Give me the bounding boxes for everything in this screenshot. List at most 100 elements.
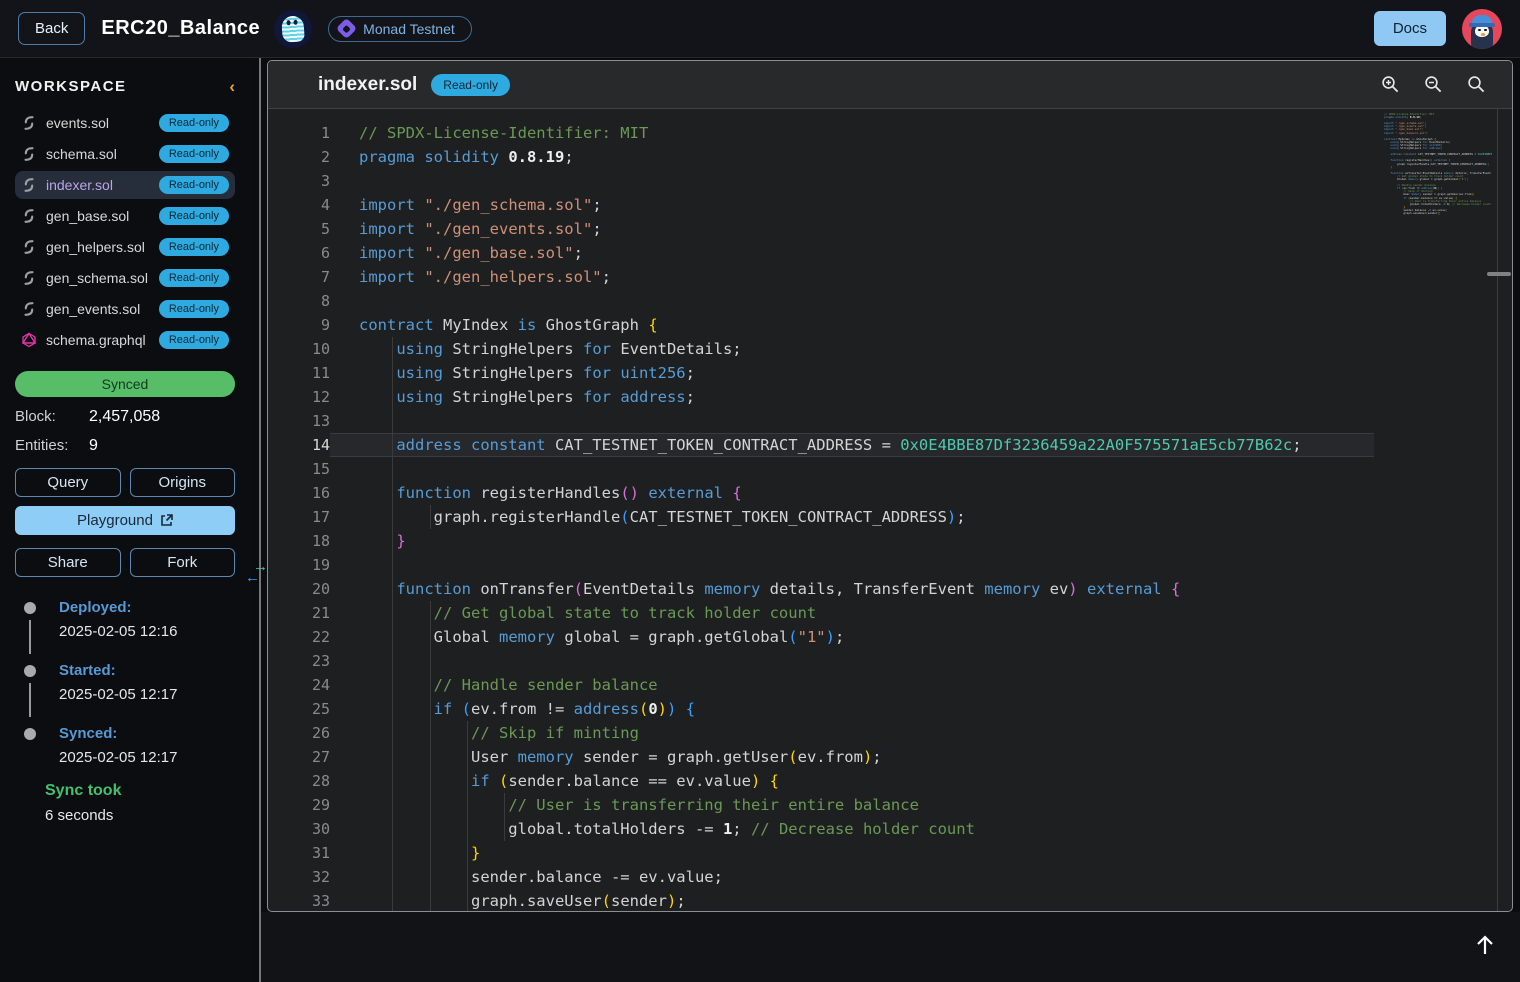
file-item-name: gen_helpers.sol [46, 239, 145, 255]
file-item[interactable]: gen_events.sol Read-only [15, 295, 235, 323]
code-line: 3 [268, 169, 1512, 193]
block-value: 2,457,058 [89, 408, 160, 426]
code-line: 33 graph.saveUser(sender); [268, 889, 1512, 912]
page-title: ERC20_Balance [101, 17, 260, 40]
resize-handle[interactable]: → ← [244, 558, 278, 588]
code-line: 18 } [268, 529, 1512, 553]
collapse-sidebar-icon[interactable]: ‹ [229, 78, 235, 95]
code-line: 7import "./gen_helpers.sol"; [268, 265, 1512, 289]
code-line: 6import "./gen_base.sol"; [268, 241, 1512, 265]
solidity-icon [21, 208, 37, 224]
code-line: 28 if (sender.balance == ev.value) { [268, 769, 1512, 793]
code-line: 17 graph.registerHandle(CAT_TESTNET_TOKE… [268, 505, 1512, 529]
file-item[interactable]: gen_schema.sol Read-only [15, 264, 235, 292]
user-avatar[interactable] [1462, 9, 1502, 49]
minimap[interactable]: // SPDX-License-Identifier: MITpragma so… [1384, 113, 1492, 215]
arrow-up-icon [1472, 932, 1498, 958]
timeline-item: Deployed: 2025-02-05 12:16 [15, 599, 235, 662]
code-line: 31 } [268, 841, 1512, 865]
readonly-badge: Read-only [159, 145, 229, 163]
timeline-item: Synced:2025-02-05 12:17 [15, 725, 235, 772]
file-list: events.solRead-only schema.solRead-only in… [15, 109, 235, 354]
graphql-icon [21, 332, 37, 348]
code-line: 10 using StringHelpers for EventDetails; [268, 337, 1512, 361]
file-item-name: gen_schema.sol [46, 270, 148, 286]
code-line: 16 function registerHandles() external { [268, 481, 1512, 505]
file-item[interactable]: indexer.solRead-only [15, 171, 235, 199]
code-line: 27 User memory sender = graph.getUser(ev… [268, 745, 1512, 769]
timeline: Deployed:2025-02-05 12:16Started:2025-02… [15, 599, 235, 772]
solidity-icon [21, 301, 37, 317]
sync-status-pill: Synced [15, 371, 235, 397]
file-item-name: gen_events.sol [46, 301, 140, 317]
sidebar: WORKSPACE ‹ events.solRead-onlyschema.so… [0, 58, 250, 982]
scroll-top-button[interactable] [1472, 932, 1498, 961]
code-line: 13 [268, 409, 1512, 433]
editor-scrollbar-track [1497, 109, 1498, 911]
code-line: 25 if (ev.from != address(0)) { [268, 697, 1512, 721]
playground-button[interactable]: Playground [15, 506, 235, 535]
code-line: 20 function onTransfer(EventDetails memo… [268, 577, 1512, 601]
entities-label: Entities: [15, 437, 89, 455]
code-line: 2pragma solidity 0.8.19; [268, 145, 1512, 169]
monad-icon [336, 18, 357, 39]
file-item[interactable]: gen_helpers.sol Read-only [15, 233, 235, 261]
readonly-badge: Read-only [159, 114, 229, 132]
readonly-badge: Read-only [159, 269, 229, 287]
zoom-in-icon[interactable] [1381, 75, 1400, 94]
editor-readonly-badge: Read-only [431, 74, 510, 96]
code-line: 22 Global memory global = graph.getGloba… [268, 625, 1512, 649]
code-line: 24 // Handle sender balance [268, 673, 1512, 697]
code-line: 4import "./gen_schema.sol"; [268, 193, 1512, 217]
query-button[interactable]: Query [15, 468, 121, 497]
code-line: 9contract MyIndex is GhostGraph { [268, 313, 1512, 337]
file-item-name: schema.graphql [46, 332, 146, 348]
search-icon[interactable] [1467, 75, 1486, 94]
playground-label: Playground [77, 512, 153, 529]
editor-header: indexer.sol Read-only [268, 61, 1512, 109]
readonly-badge: Read-only [159, 331, 229, 349]
file-item[interactable]: schema.graphql Read-only [15, 326, 235, 354]
timeline-label: Deployed: [59, 599, 177, 616]
code-line: 11 using StringHelpers for uint256; [268, 361, 1512, 385]
code-line: 5import "./gen_events.sol"; [268, 217, 1512, 241]
solidity-icon [21, 270, 37, 286]
block-label: Block: [15, 408, 89, 426]
code-line: 23 [268, 649, 1512, 673]
code-line: 15 [268, 457, 1512, 481]
file-item[interactable]: schema.solRead-only [15, 140, 235, 168]
network-badge[interactable]: Monad Testnet [328, 16, 472, 42]
readonly-badge: Read-only [159, 176, 229, 194]
file-item-name: gen_base.sol [46, 208, 129, 224]
editor-file-title: indexer.sol [318, 74, 417, 96]
code-line: 1// SPDX-License-Identifier: MIT [268, 121, 1512, 145]
fork-button[interactable]: Fork [130, 548, 236, 577]
solidity-icon [21, 115, 37, 131]
file-item[interactable]: gen_base.sol Read-only [15, 202, 235, 230]
ghost-logo-icon [274, 10, 312, 48]
code-line: 12 using StringHelpers for address; [268, 385, 1512, 409]
sync-took-label: Sync took [45, 782, 235, 800]
code-line: 29 // User is transferring their entire … [268, 793, 1512, 817]
timeline-dot [24, 602, 36, 614]
docs-button[interactable]: Docs [1374, 11, 1446, 46]
readonly-badge: Read-only [159, 300, 229, 318]
solidity-icon [21, 239, 37, 255]
ghost-body [281, 15, 305, 42]
share-button[interactable]: Share [15, 548, 121, 577]
back-button[interactable]: Back [18, 12, 85, 45]
code-editor[interactable]: 1// SPDX-License-Identifier: MIT2pragma … [268, 109, 1512, 912]
file-item[interactable]: events.solRead-only [15, 109, 235, 137]
readonly-badge: Read-only [159, 207, 229, 225]
solidity-icon [21, 146, 37, 162]
origins-button[interactable]: Origins [130, 468, 236, 497]
code-line: 26 // Skip if minting [268, 721, 1512, 745]
editor-scrollbar-thumb[interactable] [1487, 272, 1511, 276]
code-line: 30 global.totalHolders -= 1; // Decrease… [268, 817, 1512, 841]
zoom-out-icon[interactable] [1424, 75, 1443, 94]
timeline-date: 2025-02-05 12:16 [59, 623, 177, 640]
top-bar: Back ERC20_Balance Monad Testnet Docs [0, 0, 1520, 58]
code-line: 21 // Get global state to track holder c… [268, 601, 1512, 625]
readonly-badge: Read-only [159, 238, 229, 256]
sync-took-value: 6 seconds [45, 807, 235, 824]
